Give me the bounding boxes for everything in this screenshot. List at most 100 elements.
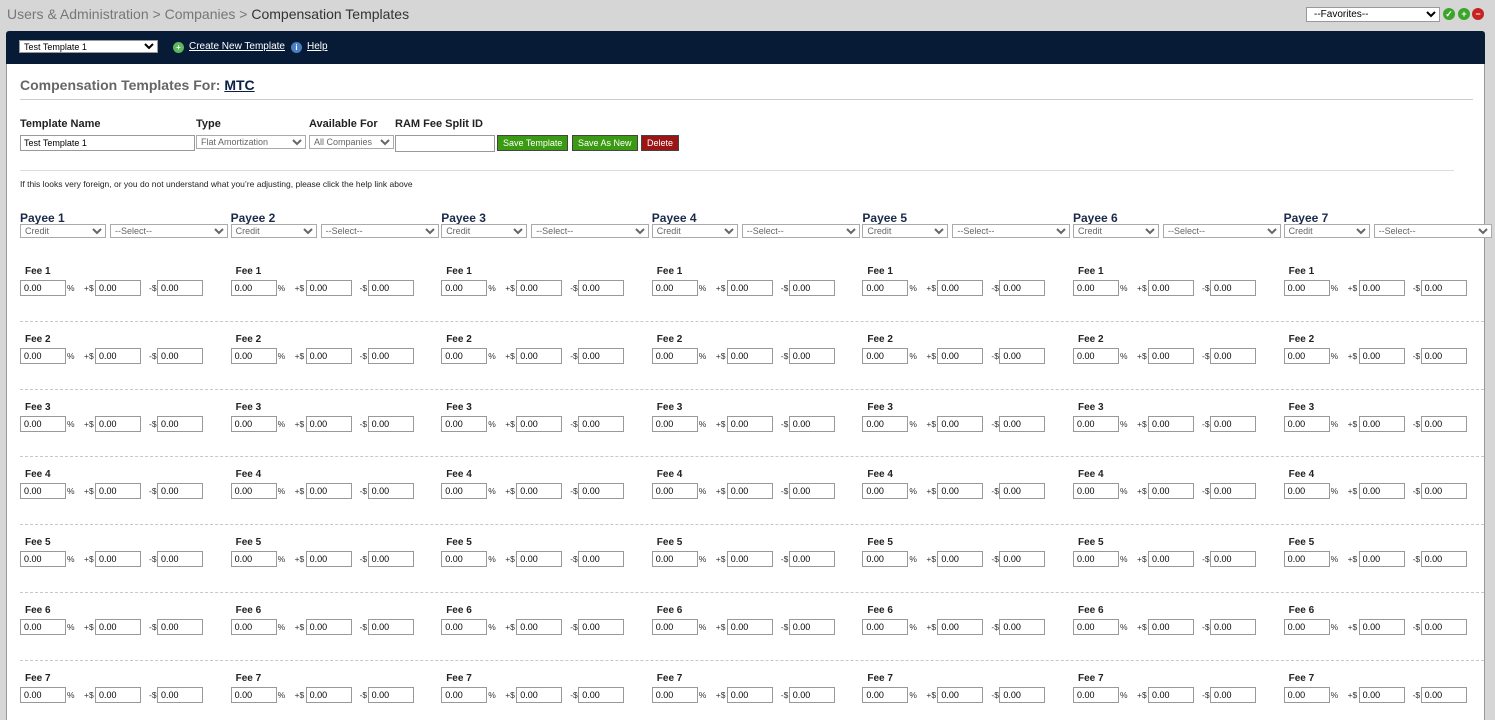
payee-select[interactable]: --Select-- [1163, 224, 1281, 238]
fee-percent-input[interactable] [862, 280, 909, 296]
fee-percent-input[interactable] [1283, 415, 1330, 432]
fee-minus-input[interactable] [788, 280, 835, 296]
fee-percent-input[interactable] [862, 483, 909, 500]
fee-plus-input[interactable] [95, 415, 141, 432]
fee-percent-input[interactable] [862, 619, 909, 635]
fee-minus-input[interactable] [1420, 415, 1467, 432]
fee-plus-input[interactable] [95, 280, 141, 296]
fee-percent-input[interactable] [1283, 280, 1330, 296]
fee-minus-input[interactable] [788, 619, 835, 635]
fee-plus-input[interactable] [1148, 619, 1194, 635]
payee-type-select[interactable]: Credit [230, 224, 317, 238]
fee-plus-input[interactable] [1358, 347, 1405, 364]
create-icon[interactable]: + [173, 42, 184, 53]
fee-percent-input[interactable] [441, 415, 488, 432]
fee-plus-input[interactable] [726, 280, 773, 296]
fee-percent-input[interactable] [230, 551, 277, 568]
fee-minus-input[interactable] [157, 619, 203, 635]
fee-minus-input[interactable] [999, 619, 1046, 635]
fee-minus-input[interactable] [1420, 619, 1467, 635]
fee-percent-input[interactable] [1283, 347, 1330, 364]
fee-minus-input[interactable] [788, 415, 835, 432]
fee-percent-input[interactable] [20, 483, 66, 500]
fee-minus-input[interactable] [367, 686, 414, 703]
fee-percent-input[interactable] [1283, 551, 1330, 568]
fee-percent-input[interactable] [651, 347, 698, 364]
fee-percent-input[interactable] [230, 483, 277, 500]
fee-plus-input[interactable] [305, 686, 352, 703]
fee-percent-input[interactable] [651, 686, 698, 703]
fee-percent-input[interactable] [862, 347, 909, 364]
fee-percent-input[interactable] [651, 483, 698, 500]
breadcrumb-companies[interactable]: Companies [165, 6, 236, 22]
fee-plus-input[interactable] [305, 483, 352, 500]
fee-minus-input[interactable] [1210, 483, 1256, 500]
fee-percent-input[interactable] [1073, 347, 1119, 364]
available-for-select[interactable]: All Companies [309, 135, 394, 149]
payee-type-select[interactable]: Credit [1283, 224, 1370, 238]
payee-type-select[interactable]: Credit [441, 224, 528, 238]
delete-button[interactable]: Delete [641, 135, 680, 151]
payee-select[interactable]: --Select-- [320, 224, 439, 238]
fee-percent-input[interactable] [20, 415, 66, 432]
fee-minus-input[interactable] [578, 280, 625, 296]
fee-plus-input[interactable] [305, 619, 352, 635]
check-icon[interactable]: ✓ [1443, 8, 1455, 20]
fee-minus-input[interactable] [367, 551, 414, 568]
fee-minus-input[interactable] [367, 619, 414, 635]
add-icon[interactable]: + [1458, 8, 1470, 20]
fee-percent-input[interactable] [651, 280, 698, 296]
company-link[interactable]: MTC [224, 77, 254, 93]
fee-plus-input[interactable] [1148, 686, 1194, 703]
fee-percent-input[interactable] [230, 686, 277, 703]
save-template-button[interactable]: Save Template [497, 135, 569, 151]
fee-plus-input[interactable] [516, 415, 563, 432]
fee-plus-input[interactable] [516, 347, 563, 364]
create-template-link[interactable]: Create New Template [189, 41, 285, 52]
template-name-input[interactable] [20, 135, 195, 151]
fee-percent-input[interactable] [1283, 483, 1330, 500]
fee-minus-input[interactable] [157, 280, 203, 296]
fee-plus-input[interactable] [1358, 280, 1405, 296]
fee-percent-input[interactable] [20, 347, 66, 364]
fee-minus-input[interactable] [1210, 619, 1256, 635]
fee-minus-input[interactable] [999, 686, 1046, 703]
fee-plus-input[interactable] [1148, 280, 1194, 296]
fee-plus-input[interactable] [726, 619, 773, 635]
fee-plus-input[interactable] [95, 551, 141, 568]
fee-percent-input[interactable] [1073, 686, 1119, 703]
fee-percent-input[interactable] [20, 551, 66, 568]
fee-minus-input[interactable] [157, 686, 203, 703]
fee-minus-input[interactable] [157, 415, 203, 432]
fee-percent-input[interactable] [862, 686, 909, 703]
fee-minus-input[interactable] [1420, 686, 1467, 703]
fee-minus-input[interactable] [1420, 483, 1467, 500]
fee-percent-input[interactable] [230, 415, 277, 432]
fee-plus-input[interactable] [937, 280, 984, 296]
fee-minus-input[interactable] [999, 415, 1046, 432]
fee-minus-input[interactable] [367, 483, 414, 500]
payee-select[interactable]: --Select-- [110, 224, 228, 238]
fee-percent-input[interactable] [862, 551, 909, 568]
fee-plus-input[interactable] [937, 415, 984, 432]
fee-plus-input[interactable] [1148, 483, 1194, 500]
fee-percent-input[interactable] [1073, 280, 1119, 296]
fee-minus-input[interactable] [157, 483, 203, 500]
fee-plus-input[interactable] [726, 347, 773, 364]
fee-plus-input[interactable] [305, 415, 352, 432]
fee-plus-input[interactable] [95, 619, 141, 635]
favorites-select[interactable]: --Favorites-- [1306, 7, 1440, 22]
fee-minus-input[interactable] [578, 347, 625, 364]
fee-plus-input[interactable] [95, 686, 141, 703]
fee-minus-input[interactable] [999, 347, 1046, 364]
fee-percent-input[interactable] [441, 347, 488, 364]
fee-percent-input[interactable] [20, 686, 66, 703]
fee-plus-input[interactable] [1358, 415, 1405, 432]
fee-plus-input[interactable] [1358, 686, 1405, 703]
fee-plus-input[interactable] [305, 347, 352, 364]
ram-fee-split-input[interactable] [395, 135, 495, 152]
fee-plus-input[interactable] [1148, 347, 1194, 364]
fee-percent-input[interactable] [441, 619, 488, 635]
fee-plus-input[interactable] [726, 686, 773, 703]
payee-select[interactable]: --Select-- [741, 224, 860, 238]
